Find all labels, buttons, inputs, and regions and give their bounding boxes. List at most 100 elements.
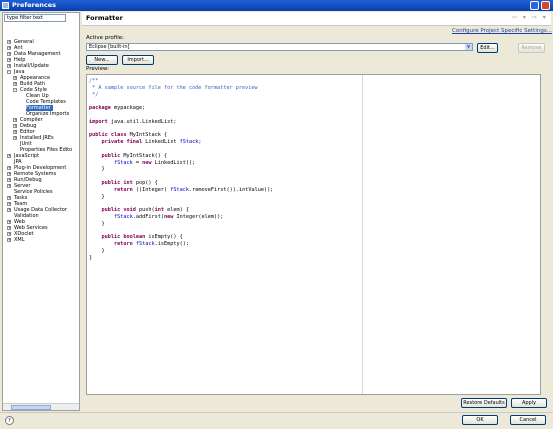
expand-icon[interactable]: + bbox=[7, 226, 11, 230]
expand-icon[interactable]: + bbox=[7, 154, 11, 158]
window-title-bar: Preferences bbox=[0, 0, 553, 11]
code-line: fStack = new LinkedList(); bbox=[89, 160, 195, 166]
code-token: .isEmpty(); bbox=[154, 241, 189, 248]
code-token: } bbox=[89, 220, 105, 227]
code-line: /** bbox=[89, 78, 98, 84]
code-token: MyIntStack { bbox=[126, 132, 168, 139]
code-token: void bbox=[123, 207, 136, 214]
history-nav-arrows-icon[interactable]: ⇦ ▾ ⇨ ▾ bbox=[512, 14, 548, 21]
scrollbar-thumb[interactable] bbox=[11, 405, 51, 410]
code-preview: /** * A sample source file for the code … bbox=[86, 74, 541, 395]
expand-icon[interactable]: + bbox=[13, 82, 17, 86]
expand-icon[interactable]: + bbox=[7, 52, 11, 56]
code-token: fStack bbox=[170, 186, 189, 193]
page-header bbox=[82, 12, 551, 26]
code-token: mypackage; bbox=[110, 105, 146, 112]
expand-icon[interactable]: + bbox=[7, 178, 11, 182]
code-token: .removeFirst()).intValue(); bbox=[188, 186, 274, 193]
collapse-icon[interactable]: - bbox=[7, 70, 11, 74]
code-line: public void push(int elem) { bbox=[89, 207, 190, 214]
code-line: return fStack.isEmpty(); bbox=[89, 241, 189, 247]
code-token: new bbox=[142, 159, 152, 166]
edit-button[interactable]: Edit... bbox=[477, 43, 498, 53]
expand-icon[interactable]: + bbox=[13, 124, 17, 128]
code-token: fStack bbox=[135, 241, 155, 248]
close-button[interactable] bbox=[541, 1, 550, 10]
expand-icon[interactable]: + bbox=[7, 46, 11, 50]
code-token: fStack bbox=[114, 159, 133, 166]
expand-icon[interactable]: + bbox=[7, 184, 11, 188]
code-line: fStack.addFirst(new Integer(elem)); bbox=[89, 214, 223, 220]
code-token: public bbox=[101, 207, 121, 214]
active-profile-label: Active profile: bbox=[86, 35, 124, 41]
code-token: */ bbox=[89, 91, 99, 98]
code-line: private final LinkedList fStack; bbox=[89, 139, 202, 146]
remove-button[interactable]: Remove bbox=[518, 43, 545, 53]
code-token: isEmpty() { bbox=[145, 234, 183, 241]
filter-input[interactable]: type filter text bbox=[4, 14, 66, 22]
cancel-button[interactable]: Cancel bbox=[510, 415, 546, 425]
preference-tree-panel: + General + Ant + Data Management + Help + Instal… bbox=[2, 12, 80, 411]
tree-horizontal-scrollbar[interactable] bbox=[3, 403, 79, 410]
code-line: public class MyIntStack { bbox=[89, 132, 167, 138]
apply-button[interactable]: Apply bbox=[511, 398, 547, 408]
code-token: .addFirst( bbox=[132, 214, 164, 220]
import-profile-button[interactable]: Import... bbox=[122, 55, 154, 65]
expand-icon[interactable]: + bbox=[7, 166, 11, 170]
configure-project-settings-link[interactable]: Configure Project Specific Settings... bbox=[452, 28, 552, 34]
code-line: } bbox=[89, 255, 92, 261]
code-token: public bbox=[101, 234, 121, 241]
expand-icon[interactable]: + bbox=[7, 196, 11, 200]
code-line: } bbox=[89, 220, 105, 227]
restore-defaults-button[interactable]: Restore Defaults bbox=[461, 398, 507, 408]
chevron-down-icon[interactable]: ▼ bbox=[465, 44, 472, 50]
page-title: Formatter bbox=[86, 14, 123, 22]
code-token: fStack bbox=[114, 214, 133, 220]
expand-icon[interactable]: + bbox=[7, 58, 11, 62]
code-token: Integer(elem)); bbox=[173, 214, 224, 220]
code-token: boolean bbox=[123, 234, 146, 241]
expand-icon[interactable]: + bbox=[13, 118, 17, 122]
code-token: } bbox=[89, 254, 93, 261]
code-token: } bbox=[89, 193, 105, 200]
new-profile-button[interactable]: New... bbox=[86, 55, 118, 65]
code-token: ; bbox=[198, 139, 202, 146]
code-line: return ((Integer) fStack.removeFirst()).… bbox=[89, 187, 273, 193]
expand-icon[interactable]: + bbox=[7, 202, 11, 206]
expand-icon[interactable]: + bbox=[7, 238, 11, 242]
active-profile-select[interactable]: Eclipse [built-in] ▼ bbox=[86, 43, 473, 51]
code-line: public int pop() { bbox=[89, 180, 158, 186]
expand-icon[interactable]: + bbox=[7, 40, 11, 44]
expand-icon[interactable]: + bbox=[7, 172, 11, 176]
window-title: Preferences bbox=[12, 1, 56, 9]
expand-icon[interactable]: + bbox=[13, 130, 17, 134]
code-token: LinkedList bbox=[142, 139, 180, 146]
expand-icon[interactable]: + bbox=[7, 64, 11, 68]
code-token: fStack bbox=[179, 139, 199, 146]
ok-button[interactable]: OK bbox=[462, 415, 498, 425]
code-token: ((Integer) bbox=[132, 186, 171, 193]
code-token: class bbox=[110, 132, 127, 139]
collapse-icon[interactable]: - bbox=[13, 88, 17, 92]
code-token: /** bbox=[89, 78, 99, 84]
code-token: public bbox=[101, 180, 121, 186]
code-line: } bbox=[89, 193, 105, 200]
expand-icon[interactable]: + bbox=[13, 76, 17, 80]
code-token: return bbox=[114, 186, 133, 193]
expand-icon[interactable]: + bbox=[7, 232, 11, 236]
code-token: java.util.LinkedList; bbox=[107, 118, 177, 125]
expand-icon[interactable]: + bbox=[13, 136, 17, 140]
code-token: } bbox=[89, 166, 105, 173]
maximize-button[interactable] bbox=[530, 1, 539, 10]
expand-icon[interactable]: + bbox=[7, 208, 11, 212]
help-icon[interactable]: ? bbox=[5, 416, 14, 425]
code-token: pop() { bbox=[132, 180, 158, 186]
expand-icon[interactable]: + bbox=[7, 220, 11, 224]
